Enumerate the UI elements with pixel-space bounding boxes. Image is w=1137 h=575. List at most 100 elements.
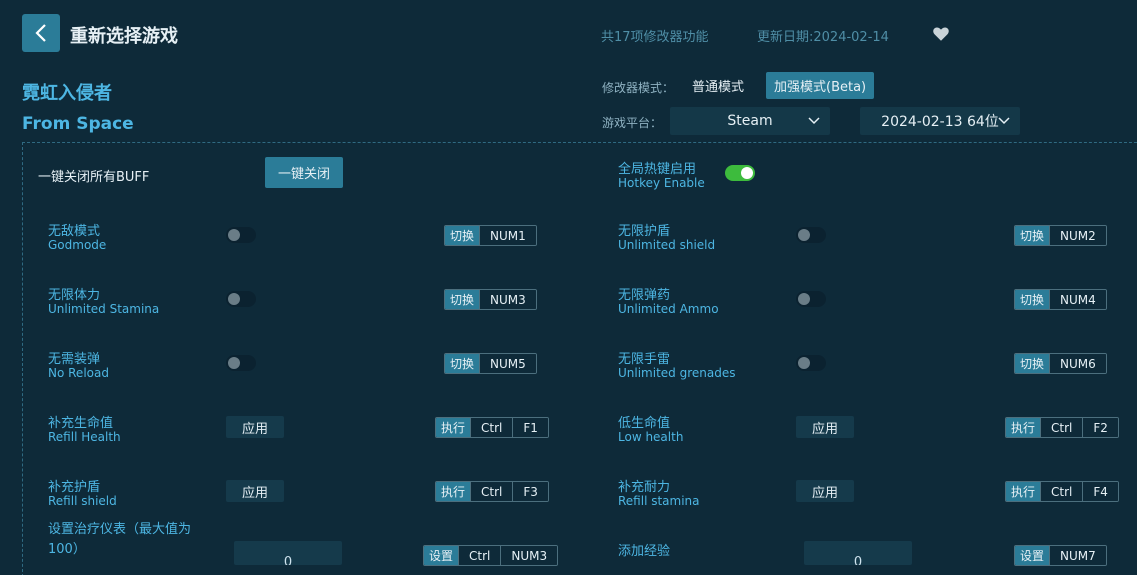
no-reload-toggle[interactable]: [226, 355, 256, 371]
key: NUM1: [479, 226, 536, 245]
key: F2: [1082, 418, 1118, 437]
mode-label: 修改器模式：: [602, 81, 675, 95]
unlimited-stamina-toggle[interactable]: [226, 291, 256, 307]
feature-count: 共17项修改器功能: [601, 30, 709, 45]
option-label-cn: 无限护盾: [618, 224, 671, 239]
hotkey-ctrl-num3[interactable]: 设置 Ctrl NUM3: [423, 545, 559, 566]
key-tag: 切换: [445, 290, 480, 309]
key-tag: 切换: [1015, 354, 1050, 373]
key-tag: 执行: [436, 482, 471, 501]
option-label-en: Unlimited grenades: [618, 366, 736, 380]
refill-health-apply-button[interactable]: 应用: [226, 416, 284, 438]
normal-mode-button[interactable]: 普通模式: [682, 72, 754, 99]
hotkey-num3[interactable]: 切换 NUM3: [444, 289, 537, 310]
key-tag: 设置: [424, 546, 459, 565]
key: NUM6: [1049, 354, 1106, 373]
heart-icon[interactable]: [932, 25, 950, 43]
key-tag: 切换: [1015, 290, 1050, 309]
hotkey-label-en: Hotkey Enable: [618, 176, 705, 190]
hotkey-num6[interactable]: 切换 NUM6: [1014, 353, 1107, 374]
option-label-en: Unlimited shield: [618, 238, 716, 252]
unlimited-grenades-toggle[interactable]: [796, 355, 826, 371]
option-label-cn: 设置治疗仪表（最大值为100）: [48, 522, 192, 557]
update-date: 更新日期:2024-02-14: [757, 30, 889, 45]
option-label-en: Refill shield: [48, 494, 117, 508]
option-label-cn: 无限手雷: [618, 352, 671, 367]
option-label-en: Refill stamina: [618, 494, 700, 508]
unlimited-ammo-toggle[interactable]: [796, 291, 826, 307]
option-label-cn: 无需装弹: [48, 352, 101, 367]
key-tag: 执行: [1006, 418, 1041, 437]
hotkey-num2[interactable]: 切换 NUM2: [1014, 225, 1107, 246]
game-name-cn: 霓虹入侵者: [22, 83, 112, 104]
hotkey-label-cn: 全局热键启用: [618, 162, 697, 177]
option-label-en: Unlimited Ammo: [618, 302, 719, 316]
key-tag: 切换: [445, 354, 480, 373]
unlimited-shield-toggle[interactable]: [796, 227, 826, 243]
chevron-left-icon: [35, 24, 46, 42]
option-label-en: Low health: [618, 430, 684, 444]
beta-mode-button[interactable]: 加强模式(Beta): [766, 72, 875, 99]
heal-meter-input[interactable]: 0: [234, 541, 342, 565]
refill-stamina-apply-button[interactable]: 应用: [796, 480, 854, 502]
hotkey-num7[interactable]: 设置 NUM7: [1014, 545, 1107, 566]
key-tag: 执行: [436, 418, 471, 437]
platform-label: 游戏平台：: [602, 116, 663, 130]
back-button[interactable]: [22, 14, 60, 52]
key-tag: 切换: [445, 226, 480, 245]
option-label-cn: 添加经验: [618, 544, 671, 559]
version-dropdown[interactable]: 2024-02-13 64位: [860, 107, 1020, 135]
key: Ctrl: [1040, 418, 1083, 437]
hotkey-num1[interactable]: 切换 NUM1: [444, 225, 537, 246]
key: F4: [1082, 482, 1118, 501]
godmode-toggle[interactable]: [226, 227, 256, 243]
hotkey-num4[interactable]: 切换 NUM4: [1014, 289, 1107, 310]
platform-dropdown[interactable]: Steam: [670, 107, 830, 135]
key: NUM3: [500, 546, 558, 565]
key: NUM4: [1049, 290, 1106, 309]
hotkey-enable-toggle[interactable]: [725, 165, 755, 181]
hotkey-ctrl-f3[interactable]: 执行 Ctrl F3: [435, 481, 549, 502]
option-label-cn: 补充生命值: [48, 416, 114, 431]
option-label-cn: 低生命值: [618, 416, 671, 431]
option-label-cn: 补充耐力: [618, 480, 671, 495]
input-value: 0: [853, 555, 863, 565]
key: F3: [512, 482, 548, 501]
key: F1: [512, 418, 548, 437]
key: NUM2: [1049, 226, 1106, 245]
option-label-en: Unlimited Stamina: [48, 302, 160, 316]
low-health-apply-button[interactable]: 应用: [796, 416, 854, 438]
key: NUM7: [1049, 546, 1106, 565]
page-title: 重新选择游戏: [70, 26, 178, 47]
hotkey-ctrl-f1[interactable]: 执行 Ctrl F1: [435, 417, 549, 438]
key: Ctrl: [458, 546, 501, 565]
key: Ctrl: [470, 418, 513, 437]
option-label-cn: 无敌模式: [48, 224, 101, 239]
close-all-buff-label: 一键关闭所有BUFF: [38, 170, 150, 185]
chevron-down-icon: [998, 117, 1010, 125]
option-label-cn: 补充护盾: [48, 480, 101, 495]
option-label-cn: 无限弹药: [618, 288, 671, 303]
option-label-en: No Reload: [48, 366, 109, 380]
hotkey-ctrl-f4[interactable]: 执行 Ctrl F4: [1005, 481, 1119, 502]
key: Ctrl: [470, 482, 513, 501]
option-label-en: Godmode: [48, 238, 107, 252]
game-name-en: From Space: [22, 114, 134, 134]
add-exp-input[interactable]: 0: [804, 541, 912, 565]
hotkey-ctrl-f2[interactable]: 执行 Ctrl F2: [1005, 417, 1119, 438]
version-value: 2024-02-13 64位: [881, 114, 999, 130]
options-panel: [22, 142, 1137, 575]
key-tag: 设置: [1015, 546, 1050, 565]
refill-shield-apply-button[interactable]: 应用: [226, 480, 284, 502]
key-tag: 切换: [1015, 226, 1050, 245]
option-label-en: Refill Health: [48, 430, 121, 444]
platform-value: Steam: [727, 113, 773, 129]
close-all-buff-button[interactable]: 一键关闭: [265, 157, 343, 188]
key: NUM5: [479, 354, 536, 373]
key: NUM3: [479, 290, 536, 309]
input-value: 0: [283, 555, 293, 565]
key: Ctrl: [1040, 482, 1083, 501]
chevron-down-icon: [808, 117, 820, 125]
hotkey-num5[interactable]: 切换 NUM5: [444, 353, 537, 374]
option-label-cn: 无限体力: [48, 288, 101, 303]
